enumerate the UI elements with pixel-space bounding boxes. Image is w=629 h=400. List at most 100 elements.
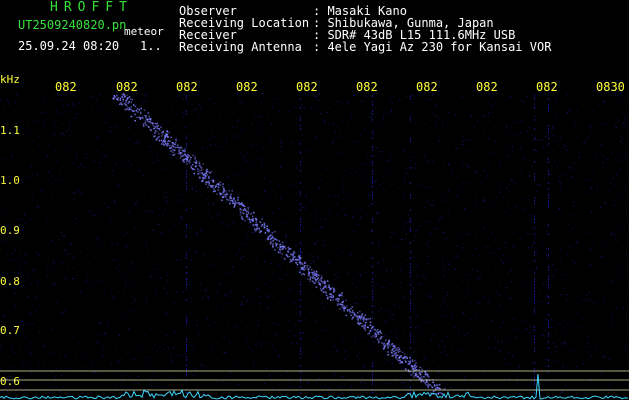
noise-speck bbox=[9, 321, 11, 323]
noise-speck bbox=[185, 234, 187, 236]
noise-speck bbox=[207, 296, 209, 298]
noise-speck bbox=[504, 242, 506, 244]
noise-speck bbox=[512, 215, 514, 217]
noise-speck bbox=[88, 281, 90, 283]
noise-speck bbox=[125, 175, 127, 177]
noise-speck bbox=[170, 287, 172, 289]
noise-speck bbox=[62, 103, 63, 105]
noise-speck bbox=[126, 247, 128, 249]
noise-speck bbox=[14, 292, 16, 294]
echo-point bbox=[378, 341, 380, 344]
noise-speck bbox=[600, 257, 602, 259]
noise-speck bbox=[549, 174, 551, 176]
echo-point bbox=[272, 243, 274, 245]
noise-speck bbox=[48, 162, 50, 164]
echo-point bbox=[337, 303, 340, 305]
noise-speck bbox=[146, 242, 148, 243]
noise-speck bbox=[344, 358, 346, 360]
echo-point bbox=[164, 137, 166, 140]
echo-point bbox=[273, 237, 275, 239]
noise-speck bbox=[502, 262, 504, 264]
noise-speck bbox=[157, 159, 159, 161]
noise-speck bbox=[329, 387, 331, 389]
noise-speck bbox=[495, 237, 497, 239]
noise-speck bbox=[449, 285, 451, 287]
noise-speck bbox=[261, 343, 263, 345]
echo-point bbox=[203, 173, 206, 175]
noise-speck bbox=[371, 321, 373, 323]
noise-speck bbox=[289, 380, 290, 382]
noise-speck bbox=[100, 185, 102, 187]
noise-column bbox=[186, 347, 187, 349]
echo-point bbox=[194, 158, 196, 160]
noise-speck bbox=[578, 122, 580, 124]
noise-column bbox=[534, 251, 535, 253]
noise-speck bbox=[134, 228, 136, 230]
noise-speck bbox=[297, 319, 299, 321]
echo-point bbox=[256, 225, 258, 227]
noise-speck bbox=[562, 365, 564, 367]
echo-point bbox=[315, 281, 317, 283]
noise-speck bbox=[565, 344, 567, 346]
echo-point bbox=[427, 383, 429, 385]
noise-speck bbox=[468, 184, 470, 186]
noise-speck bbox=[154, 111, 156, 113]
noise-speck bbox=[338, 101, 340, 103]
echo-point bbox=[214, 190, 216, 192]
noise-speck bbox=[387, 217, 389, 219]
noise-speck bbox=[278, 264, 280, 266]
echo-point bbox=[236, 202, 239, 204]
noise-speck bbox=[412, 253, 414, 255]
echo-point bbox=[298, 261, 301, 264]
echo-point bbox=[411, 364, 413, 367]
noise-speck bbox=[146, 210, 148, 212]
echo-point bbox=[167, 140, 169, 142]
echo-point bbox=[288, 248, 290, 250]
echo-point bbox=[113, 95, 115, 97]
noise-speck bbox=[337, 255, 339, 257]
noise-column bbox=[534, 347, 535, 349]
noise-speck bbox=[291, 301, 292, 303]
noise-speck bbox=[199, 284, 201, 286]
noise-speck bbox=[93, 284, 95, 286]
echo-point bbox=[254, 228, 256, 230]
echo-point bbox=[233, 202, 236, 204]
noise-speck bbox=[60, 99, 61, 101]
noise-column bbox=[534, 278, 535, 280]
noise-speck bbox=[581, 112, 582, 114]
noise-speck bbox=[11, 131, 13, 133]
noise-speck bbox=[277, 97, 278, 99]
noise-speck bbox=[177, 367, 179, 369]
noise-speck bbox=[319, 93, 321, 95]
echo-point bbox=[406, 357, 408, 360]
noise-speck bbox=[389, 113, 391, 115]
noise-speck bbox=[391, 215, 393, 217]
noise-speck bbox=[151, 385, 153, 387]
noise-speck bbox=[251, 176, 253, 178]
noise-speck bbox=[82, 354, 84, 356]
echo-point bbox=[387, 351, 389, 353]
noise-speck bbox=[228, 339, 230, 340]
echo-point bbox=[199, 165, 201, 167]
noise-speck bbox=[573, 323, 575, 325]
echo-point bbox=[296, 258, 299, 261]
noise-speck bbox=[295, 244, 297, 246]
noise-speck bbox=[0, 240, 2, 242]
noise-speck bbox=[370, 285, 372, 287]
noise-speck bbox=[153, 269, 155, 270]
echo-point bbox=[412, 372, 414, 374]
noise-speck bbox=[9, 128, 11, 130]
noise-speck bbox=[377, 290, 379, 292]
echo-point bbox=[301, 268, 303, 271]
echo-point bbox=[239, 214, 242, 216]
noise-speck bbox=[53, 284, 55, 286]
echo-point bbox=[332, 295, 335, 297]
noise-speck bbox=[536, 191, 538, 193]
noise-speck bbox=[510, 297, 512, 299]
echo-point bbox=[128, 101, 130, 103]
echo-point bbox=[313, 277, 315, 279]
noise-speck bbox=[184, 352, 186, 354]
noise-speck bbox=[440, 352, 442, 354]
noise-column bbox=[300, 350, 301, 352]
noise-speck bbox=[42, 361, 44, 363]
